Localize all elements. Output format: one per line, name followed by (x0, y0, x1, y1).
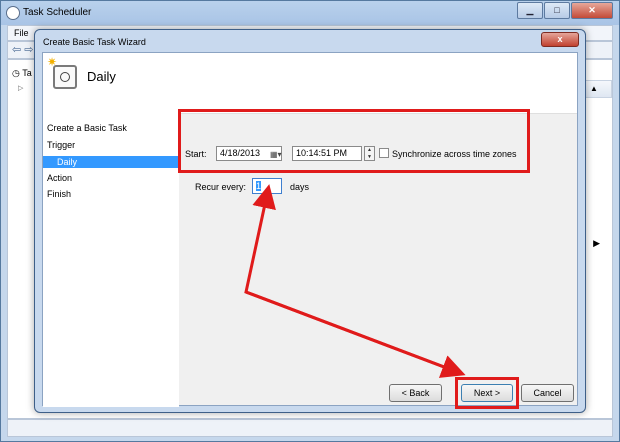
dialog-title: Create Basic Task Wizard (43, 37, 146, 47)
wizard-steps: Create a Basic Task Trigger Daily Action… (43, 113, 179, 407)
maximize-button[interactable]: □ (544, 2, 570, 19)
tree-root[interactable]: ◷ Ta (12, 68, 32, 79)
step-daily[interactable]: Daily (43, 156, 179, 168)
chevron-right-icon[interactable]: ▶ (593, 238, 600, 249)
menu-file[interactable]: File (14, 28, 29, 38)
wizard-header: ✷ Daily (43, 53, 577, 114)
tree-root-label: Ta (22, 68, 32, 78)
dialog-body: ✷ Daily Create a Basic Task Trigger Dail… (42, 52, 578, 407)
dialog-close-button[interactable]: x (541, 32, 579, 47)
expand-arrow-icon[interactable]: ▷ (18, 84, 23, 92)
close-button[interactable]: ✕ (571, 2, 613, 19)
clock-icon (6, 6, 20, 20)
create-basic-task-wizard: Create Basic Task Wizard x ✷ Daily Creat… (34, 29, 586, 413)
status-bar (7, 419, 613, 437)
step-finish[interactable]: Finish (47, 189, 71, 199)
annotation-box-fields (178, 109, 530, 173)
annotation-box-next (455, 377, 519, 409)
cancel-button[interactable]: Cancel (521, 384, 574, 402)
back-button[interactable]: < Back (389, 384, 442, 402)
parent-window-title: Task Scheduler (23, 7, 92, 18)
step-action[interactable]: Action (47, 173, 72, 183)
sparkle-icon: ✷ (47, 55, 58, 69)
dialog-titlebar: Create Basic Task Wizard x (35, 30, 585, 52)
parent-titlebar: Task Scheduler ▁ □ ✕ (1, 1, 619, 25)
close-icon: x (557, 34, 563, 44)
step-create-basic-task[interactable]: Create a Basic Task (47, 123, 127, 133)
step-trigger[interactable]: Trigger (47, 140, 75, 150)
page-title: Daily (87, 69, 116, 84)
recur-days-value: 1 (256, 181, 262, 191)
days-label: days (290, 182, 310, 192)
back-arrow-icon[interactable]: ⇦ ⇨ (12, 43, 34, 56)
recur-every-label: Recur every: (195, 182, 247, 192)
recur-days-input[interactable]: 1 (252, 178, 282, 194)
minimize-button[interactable]: ▁ (517, 2, 543, 19)
